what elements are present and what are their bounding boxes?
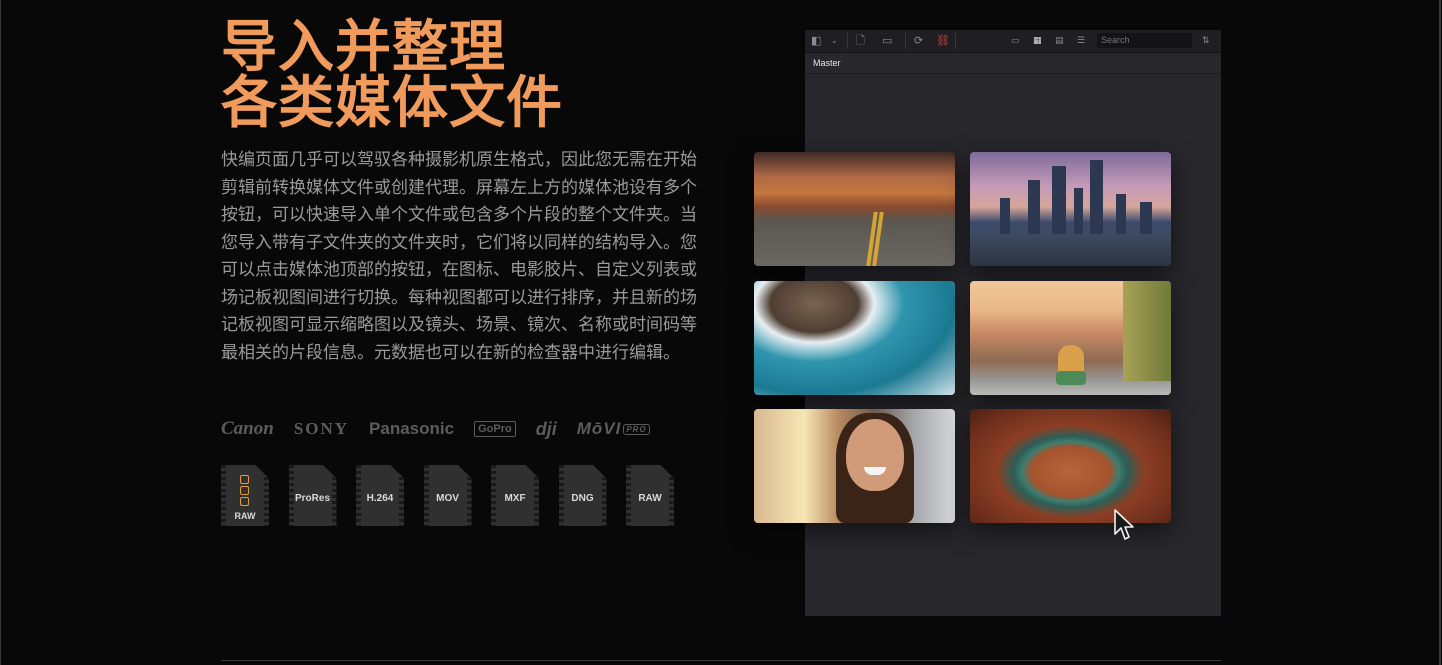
panasonic-logo: Panasonic <box>369 419 455 438</box>
prores-file-icon: ProRes <box>288 465 337 526</box>
format-label: RAW <box>638 493 662 504</box>
clip-thumbnail-ocean[interactable] <box>754 281 955 395</box>
sort-icon[interactable]: ⇅ <box>1202 35 1210 47</box>
clip-thumbnail-verona[interactable] <box>970 281 1171 395</box>
gopro-logo: GoPro <box>474 421 516 437</box>
file-format-icons: RAW ProRes H.264 MOV MXF DNG RAW <box>221 465 694 526</box>
search-input[interactable] <box>1097 33 1192 48</box>
filmstrip-view-icon[interactable]: ▤ <box>1055 35 1064 47</box>
clip-thumbnail-selfie[interactable] <box>754 409 955 523</box>
description-paragraph: 快编页面几乎可以驾驭各种摄影机原生格式，因此您无需在开始剪辑前转换媒体文件或创建… <box>221 150 697 363</box>
bin-header: Master <box>805 53 1221 74</box>
format-label: H.264 <box>366 493 394 504</box>
mxf-file-icon: MXF <box>491 465 539 526</box>
headline-line-1: 导入并整理 <box>221 15 506 80</box>
thumbnail-view-icon[interactable]: ▦ <box>1033 35 1042 47</box>
sony-logo: SONY <box>293 419 350 438</box>
panel-toggle-icon[interactable]: ◧ <box>811 35 821 47</box>
right-border <box>1439 0 1441 665</box>
import-media-icon[interactable]: 🗋 <box>856 35 865 47</box>
blackmagic-logo-icon <box>240 475 249 506</box>
camera-brand-logos: Canon SONY Panasonic GoPro dji MōVI PRO <box>221 418 670 440</box>
section-divider <box>221 660 1221 661</box>
clip-view-icon[interactable]: ▭ <box>1011 35 1020 47</box>
movi-pro-logo: MōVI PRO <box>577 419 650 439</box>
h264-file-icon: H.264 <box>356 465 404 526</box>
format-label: ProRes <box>294 493 330 504</box>
dng-file-icon: DNG <box>558 465 607 526</box>
headline-line-2: 各类媒体文件 <box>221 71 563 136</box>
mouse-cursor-icon <box>1114 509 1134 540</box>
format-label: DNG <box>571 493 594 504</box>
raw-file-icon: RAW <box>626 465 674 526</box>
import-folder-icon[interactable]: ▭ <box>882 35 892 47</box>
dji-logo: dji <box>535 418 557 439</box>
sync-icon[interactable]: ⟳ <box>914 35 923 47</box>
chevron-down-icon[interactable]: ⌄ <box>831 35 838 47</box>
format-label: MOV <box>436 493 459 504</box>
braw-file-icon: RAW <box>221 465 269 526</box>
bin-name[interactable]: Master <box>813 58 841 68</box>
link-icon[interactable]: ⛓ <box>936 35 950 47</box>
format-label: MXF <box>504 493 526 504</box>
mov-file-icon: MOV <box>423 465 472 526</box>
left-border <box>0 0 1 665</box>
media-pool-toolbar: ◧ ⌄ 🗋 ▭ ⟳ ⛓ ▭ ▦ ▤ ☰ ⇅ <box>805 30 1221 53</box>
list-view-icon[interactable]: ☰ <box>1077 35 1085 47</box>
clip-thumbnail-canyon[interactable] <box>970 409 1171 523</box>
page-headline: 导入并整理 各类媒体文件 <box>221 20 563 132</box>
clip-thumbnail-city[interactable] <box>970 152 1171 266</box>
format-label: RAW <box>234 511 256 521</box>
canon-logo: Canon <box>221 418 274 439</box>
clip-thumbnail-road[interactable] <box>754 152 955 266</box>
